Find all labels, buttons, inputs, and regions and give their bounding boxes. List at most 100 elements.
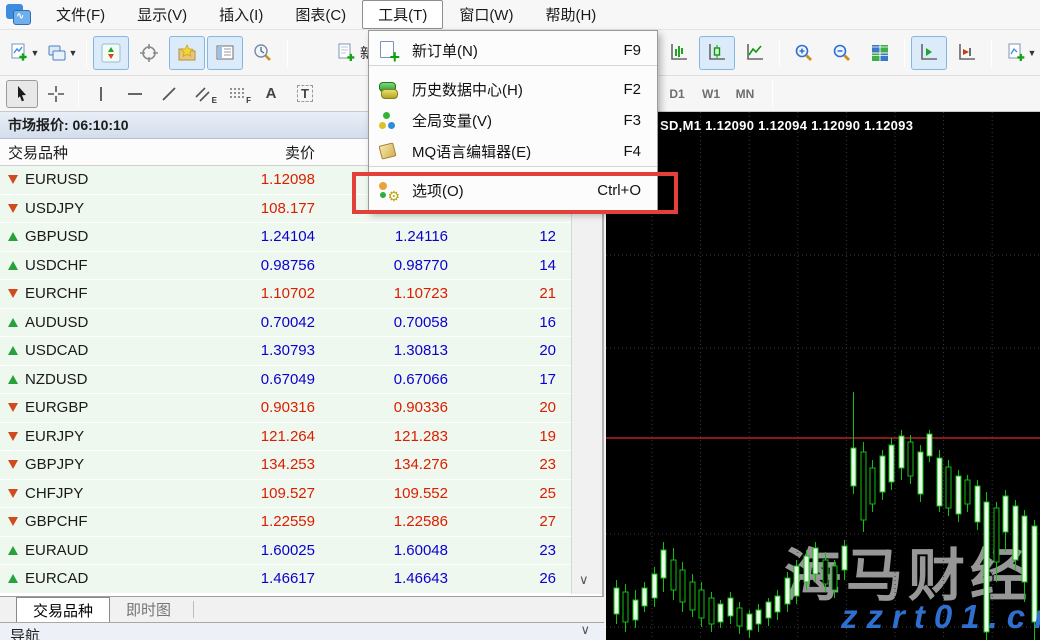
navigator-panel-titlebar[interactable]: 导航 ∨ — [0, 622, 604, 640]
fibonacci-button[interactable]: F — [221, 80, 253, 108]
text-label-button[interactable]: T — [289, 80, 321, 108]
menu-item[interactable]: MQ语言编辑器(E) F4 — [369, 136, 657, 167]
vertical-line-button[interactable] — [85, 80, 117, 108]
quote-row[interactable]: NZDUSD 0.67049 0.67066 17 — [0, 366, 572, 395]
quote-row[interactable]: GBPUSD 1.24104 1.24116 12 — [0, 223, 572, 252]
bar-chart-type-icon — [669, 43, 689, 63]
data-window-button[interactable] — [131, 36, 167, 70]
menubar-item[interactable]: 显示(V) — [121, 0, 203, 29]
data-window-icon — [139, 43, 159, 63]
trend-arrow-icon — [8, 232, 18, 241]
history-center-icon — [378, 81, 398, 99]
bid-value: 1.10702 — [190, 285, 325, 302]
quote-row[interactable]: USDCHF 0.98756 0.98770 14 — [0, 252, 572, 281]
equidistant-channel-button[interactable]: E — [187, 80, 219, 108]
market-watch-button[interactable] — [93, 36, 129, 70]
trendline-button[interactable] — [153, 80, 185, 108]
profiles-button[interactable]: ▼ — [44, 36, 80, 70]
trend-arrow-icon — [8, 517, 18, 526]
auto-scroll-button[interactable] — [911, 36, 947, 70]
market-watch-tab[interactable]: 交易品种 — [16, 597, 110, 622]
tile-windows-button[interactable] — [862, 36, 898, 70]
cursor-button[interactable] — [6, 80, 38, 108]
quote-row[interactable]: EURCAD 1.46617 1.46643 26 — [0, 565, 572, 594]
trend-arrow-icon — [8, 375, 18, 384]
menu-item-label: MQ语言编辑器(E) — [412, 141, 531, 162]
navigator-title: 导航 — [10, 625, 40, 640]
bid-value: 1.22559 — [190, 513, 325, 530]
quote-row[interactable]: USDCAD 1.30793 1.30813 20 — [0, 337, 572, 366]
scroll-down-icon[interactable]: ∨ — [579, 573, 589, 588]
menubar-item[interactable]: 工具(T) — [362, 0, 443, 29]
bid-value: 0.67049 — [190, 371, 325, 388]
collapse-icon[interactable]: ∨ — [580, 623, 590, 638]
menubar-item[interactable]: 窗口(W) — [443, 0, 529, 29]
terminal-button[interactable] — [207, 36, 243, 70]
text-button[interactable]: A — [255, 80, 287, 108]
quote-row[interactable]: EURCHF 1.10702 1.10723 21 — [0, 280, 572, 309]
menubar-item[interactable]: 图表(C) — [279, 0, 362, 29]
new-order-icon — [378, 41, 398, 59]
line-chart-type-button[interactable] — [737, 36, 773, 70]
crosshair-button[interactable] — [40, 80, 72, 108]
column-header-bid[interactable]: 卖价 — [190, 142, 325, 163]
ask-value: 1.10723 — [325, 285, 458, 302]
menu-item-label: 历史数据中心(H) — [412, 79, 523, 100]
menubar-item[interactable]: 文件(F) — [40, 0, 121, 29]
spread-value: 16 — [458, 314, 572, 331]
horizontal-line-button[interactable] — [119, 80, 151, 108]
chevron-down-icon: ▼ — [1028, 48, 1037, 58]
quote-row[interactable]: CHFJPY 109.527 109.552 25 — [0, 480, 572, 509]
trend-arrow-icon — [8, 403, 18, 412]
menu-item[interactable]: 新订单(N) F9 — [369, 35, 657, 66]
strategy-tester-button[interactable] — [245, 36, 281, 70]
trend-arrow-icon — [8, 432, 18, 441]
menubar-item[interactable]: 帮助(H) — [529, 0, 612, 29]
quote-row[interactable]: EURGBP 0.90316 0.90336 20 — [0, 394, 572, 423]
ask-value: 1.46643 — [325, 570, 458, 587]
new-chart-button[interactable]: ▼ — [6, 36, 42, 70]
trend-arrow-icon — [8, 346, 18, 355]
global-variables-icon — [378, 112, 398, 130]
quote-row[interactable]: GBPCHF 1.22559 1.22586 27 — [0, 508, 572, 537]
quote-row[interactable]: GBPJPY 134.253 134.276 23 — [0, 451, 572, 480]
ask-value: 109.552 — [325, 485, 458, 502]
bid-value: 1.46617 — [190, 570, 325, 587]
menubar-item[interactable]: 插入(I) — [203, 0, 279, 29]
toolbar-separator — [287, 39, 288, 67]
candlestick-type-button[interactable] — [699, 36, 735, 70]
trend-arrow-icon — [8, 546, 18, 555]
cursor-icon — [13, 85, 31, 103]
trend-arrow-icon — [8, 204, 18, 213]
quote-row[interactable]: AUDUSD 0.70042 0.70058 16 — [0, 309, 572, 338]
column-header-symbol[interactable]: 交易品种 — [0, 142, 190, 163]
spread-value: 23 — [458, 542, 572, 559]
chart-shift-button[interactable] — [949, 36, 985, 70]
timeframe-button[interactable]: D1 — [660, 87, 694, 101]
market-watch-tab[interactable]: 即时图 — [110, 597, 187, 622]
zoom-in-button[interactable] — [786, 36, 822, 70]
spread-value: 20 — [458, 399, 572, 416]
menu-item[interactable]: 历史数据中心(H) F2 — [369, 74, 657, 105]
menu-item[interactable]: 全局变量(V) F3 — [369, 105, 657, 136]
bar-chart-type-button[interactable] — [661, 36, 697, 70]
indicators-icon — [1006, 43, 1026, 63]
symbol-label: EURCHF — [25, 285, 88, 302]
chart-shift-icon — [957, 43, 977, 63]
ask-value: 134.276 — [325, 456, 458, 473]
bid-value: 108.177 — [190, 200, 325, 217]
bid-value: 1.30793 — [190, 342, 325, 359]
market-watch-scrollbar[interactable]: ∨ — [571, 166, 602, 594]
quote-row[interactable]: EURJPY 121.264 121.283 19 — [0, 423, 572, 452]
timeframe-button[interactable]: MN — [728, 87, 762, 101]
indicators-button[interactable]: ▼ — [998, 36, 1040, 70]
zoom-out-button[interactable] — [824, 36, 860, 70]
quote-row[interactable]: EURAUD 1.60025 1.60048 23 — [0, 537, 572, 566]
trend-arrow-icon — [8, 289, 18, 298]
symbol-label: EURUSD — [25, 171, 88, 188]
navigator-button[interactable] — [169, 36, 205, 70]
bid-value: 1.12098 — [190, 171, 325, 188]
timeframe-button[interactable]: W1 — [694, 87, 728, 101]
ask-value: 1.60048 — [325, 542, 458, 559]
text-label-icon: T — [297, 85, 313, 102]
